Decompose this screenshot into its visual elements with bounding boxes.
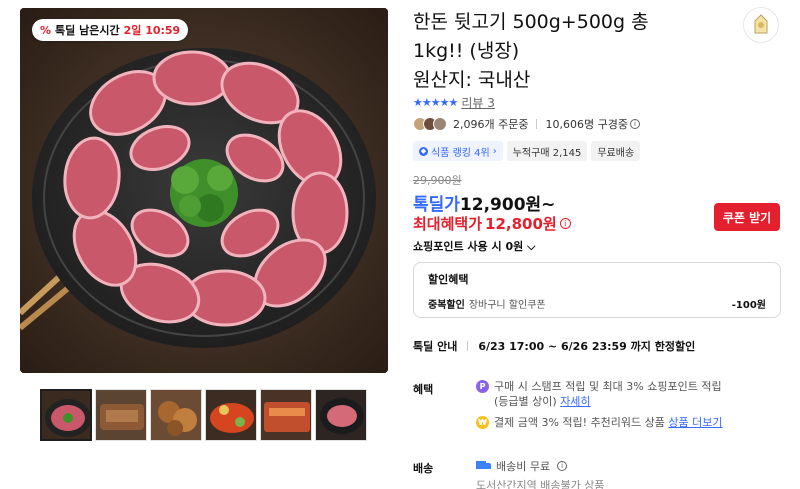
thumbnail-4[interactable] [205, 389, 257, 441]
product-title-line-3: 원산지: 국내산 [413, 69, 531, 91]
discount-row: 중복할인 장바구니 할인쿠폰 -100원 [428, 296, 766, 311]
points-label: 쇼핑포인트 사용 시 0원 [413, 240, 524, 253]
deal-time-row: 톡딜 안내 6/23 17:00 ~ 6/26 23:59 까지 한정할인 [413, 338, 695, 354]
deal-price-value: 12,900원~ [459, 195, 556, 215]
discount-desc: 장바구니 할인쿠폰 [468, 300, 546, 311]
avatar [433, 117, 447, 131]
ranking-badge-label: 식품 랭킹 4위 [431, 147, 490, 159]
deal-price-label: 톡딜가 [413, 195, 460, 215]
max-benefit-label: 최대혜택가 [413, 215, 483, 233]
chevron-down-icon: ⌵ [527, 240, 536, 253]
benefit-points-note: (등급별 상이) [494, 395, 557, 408]
badge-row: ◆ 식품 랭킹 4위 › 누적구매 2,145 무료배송 [413, 141, 641, 161]
buyers-row: 2,096개 주문중 10,606명 구경중 i [413, 116, 640, 132]
benefit-reward-text: 결제 금액 3% 적립! 추천리워드 상품 [494, 416, 665, 429]
info-icon[interactable]: i [629, 119, 640, 129]
discount-heading: 할인혜택 [428, 273, 469, 286]
benefit-reward-item: ₩ 결제 금액 3% 적립! 추천리워드 상품 상품 더보기 [476, 415, 723, 430]
benefit-points-item: P 구매 시 스탬프 적립 및 최대 3% 쇼핑포인트 적립 (등급별 상이) … [476, 379, 722, 409]
deal-timer-value: 2일 10:59 [123, 24, 181, 37]
shipping-restriction: 도서산간지역 배송불가 상품 [476, 479, 605, 489]
shipping-label: 배송 [413, 462, 434, 475]
free-shipping-badge: 무료배송 [591, 141, 641, 161]
thumbnail-5[interactable] [260, 389, 312, 441]
thumbnail-6[interactable] [315, 389, 367, 441]
product-title-line-1: 한돈 뒷고기 500g+500g 총 [413, 11, 649, 33]
orders-count: 2,096개 주문중 [453, 118, 529, 131]
thumbnail-strip [40, 389, 367, 441]
share-icon [751, 13, 771, 38]
buyer-avatars [413, 117, 447, 131]
info-icon[interactable]: i [559, 218, 571, 229]
percent-icon: % [40, 23, 52, 37]
deal-timer-chip: % 톡딜 남은시간 2일 10:59 [32, 19, 189, 41]
thumbnail-1[interactable] [40, 389, 92, 441]
points-dropdown[interactable]: 쇼핑포인트 사용 시 0원 ⌵ [413, 238, 535, 254]
benefit-points-text: 구매 시 스탬프 적립 및 최대 3% 쇼핑포인트 적립 [494, 380, 722, 393]
shipping-fee-text: 배송비 무료 [496, 460, 551, 473]
coupon-button[interactable]: 쿠폰 받기 [714, 203, 780, 231]
share-button[interactable] [743, 7, 779, 43]
point-icon: P [476, 380, 489, 393]
rating-stars: ★★★★★ [413, 96, 458, 109]
deal-price: 톡딜가12,900원~ [413, 190, 555, 215]
review-link[interactable]: 리뷰 3 [461, 94, 495, 111]
ranking-icon: ◆ [419, 146, 428, 156]
deal-timer-label: 톡딜 남은시간 [55, 24, 120, 37]
discount-amount: -100원 [731, 300, 766, 311]
thumbnail-3[interactable] [150, 389, 202, 441]
discount-box: 할인혜택 중복할인 장바구니 할인쿠폰 -100원 [413, 262, 781, 318]
shipping-fee: 배송비 무료 i [476, 458, 568, 474]
details-link[interactable]: 자세히 [560, 395, 590, 408]
cumulative-badge: 누적구매 2,145 [506, 141, 588, 161]
deal-time-label: 톡딜 안내 [413, 340, 458, 353]
chevron-right-icon: › [492, 145, 497, 157]
coin-icon: ₩ [476, 416, 489, 429]
more-products-link[interactable]: 상품 더보기 [668, 416, 722, 429]
thumbnail-2[interactable] [95, 389, 147, 441]
discount-label: 중복할인 [428, 300, 465, 311]
max-benefit-price: 최대혜택가 12,800원 i [413, 213, 571, 234]
deal-time-value: 6/23 17:00 ~ 6/26 23:59 까지 한정할인 [478, 340, 696, 353]
divider [467, 341, 469, 351]
divider [536, 119, 538, 129]
benefits-label: 혜택 [413, 383, 434, 396]
info-icon[interactable]: i [557, 461, 568, 471]
ranking-badge[interactable]: ◆ 식품 랭킹 4위 › [413, 141, 503, 161]
max-benefit-value: 12,800원 [485, 215, 557, 233]
product-title-line-2: 1kg!! (냉장) [413, 40, 520, 62]
truck-icon [476, 461, 491, 471]
viewers-count: 10,606명 구경중 [545, 118, 628, 131]
original-price: 29,900원 [413, 174, 462, 187]
product-main-image[interactable] [20, 8, 388, 373]
product-title: 한돈 뒷고기 500g+500g 총 1kg!! (냉장) 원산지: 국내산 [413, 8, 713, 95]
rating-row: ★★★★★ 리뷰 3 [413, 94, 495, 111]
